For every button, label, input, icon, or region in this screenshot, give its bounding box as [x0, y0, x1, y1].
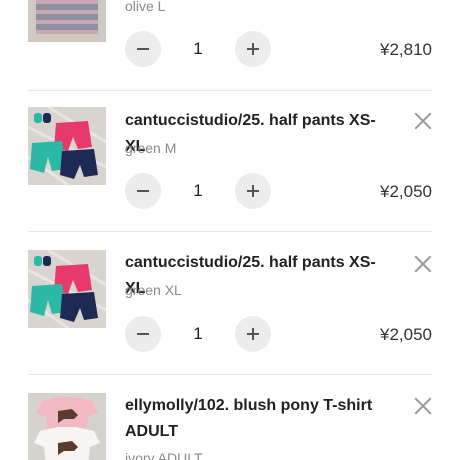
cart-item: cantuccistudio/25. half pants XS-XL gree…: [0, 91, 460, 231]
product-thumbnail[interactable]: [28, 107, 106, 185]
decrease-quantity-button[interactable]: [125, 31, 161, 67]
increase-quantity-button[interactable]: [235, 173, 271, 209]
remove-item-button[interactable]: [412, 395, 434, 417]
increase-quantity-button[interactable]: [235, 316, 271, 352]
product-title[interactable]: ellymolly/102. blush pony T-shirt ADULT: [125, 393, 395, 445]
product-thumbnail[interactable]: [28, 0, 106, 42]
product-thumbnail[interactable]: [28, 393, 106, 460]
quantity-value: 1: [193, 181, 203, 200]
quantity-value: 1: [193, 324, 203, 343]
remove-item-button[interactable]: [412, 253, 434, 275]
variant-label: green XL: [125, 282, 182, 298]
minus-icon: [137, 333, 149, 335]
decrease-quantity-button[interactable]: [125, 316, 161, 352]
cart-item: cantuccistudio/25. half pants XS-XL gree…: [0, 232, 460, 374]
pony-tshirt-photo-icon: [28, 393, 106, 460]
cart-item: ellymolly/102. blush pony T-shirt ADULT …: [0, 375, 460, 460]
increase-quantity-button[interactable]: [235, 31, 271, 67]
half-pants-photo-icon: [28, 250, 106, 328]
minus-icon: [137, 190, 149, 192]
decrease-quantity-button[interactable]: [125, 173, 161, 209]
striped-shirt-photo-icon: [28, 0, 106, 42]
quantity-value: 1: [193, 39, 203, 58]
cart-item: olive L 1 ¥2,810: [0, 0, 460, 90]
item-price: ¥2,810: [380, 40, 432, 59]
variant-label: olive L: [125, 0, 166, 14]
item-price: ¥2,050: [380, 182, 432, 201]
minus-icon: [137, 48, 149, 50]
item-price: ¥2,050: [380, 325, 432, 344]
variant-label: green M: [125, 140, 177, 156]
remove-item-button[interactable]: [412, 110, 434, 132]
half-pants-photo-icon: [28, 107, 106, 185]
variant-label: ivory ADULT: [125, 450, 203, 460]
product-thumbnail[interactable]: [28, 250, 106, 328]
